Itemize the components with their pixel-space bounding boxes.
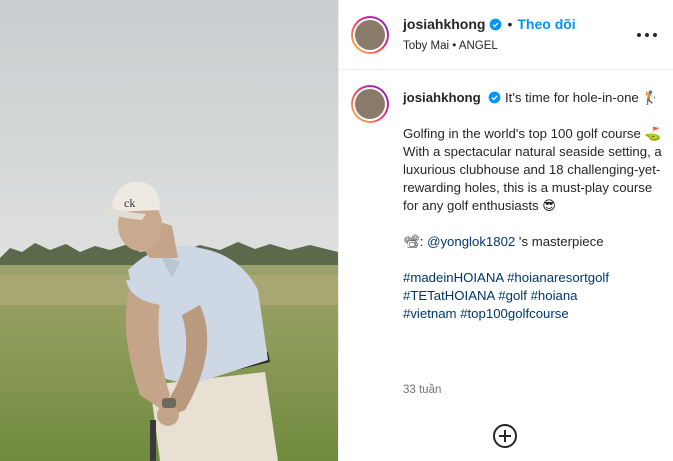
caption-line-1: It's time for hole-in-one 🏌 — [505, 90, 659, 105]
post-header: josiahkhong • Theo dõi Toby Mai • ANGEL — [339, 0, 673, 70]
avatar-photo — [355, 89, 385, 119]
avatar-photo — [355, 20, 385, 50]
separator-dot: • — [507, 16, 513, 32]
post-timestamp[interactable]: 33 tuần — [403, 384, 441, 396]
hashtag-link[interactable]: #vietnam — [403, 306, 457, 321]
add-comment-plus-icon[interactable] — [493, 424, 517, 448]
hashtag-link[interactable]: #hoiana — [531, 288, 578, 303]
hashtag-link[interactable]: #hoianaresortgolf — [507, 270, 609, 285]
more-options-icon[interactable] — [637, 27, 657, 43]
caption-section: josiahkhong It's time for hole-in-one 🏌 … — [339, 71, 673, 401]
post-side-panel: josiahkhong • Theo dõi Toby Mai • ANGEL … — [338, 0, 673, 461]
hashtag-link[interactable]: #TETatHOIANA — [403, 288, 495, 303]
audio-subtitle[interactable]: Toby Mai • ANGEL — [403, 40, 498, 52]
golfer-photo: ck — [0, 0, 338, 461]
caption-line-2: Golfing in the world's top 100 golf cour… — [403, 126, 661, 141]
hashtag-link[interactable]: #madeinHOIANA — [403, 270, 503, 285]
hashtag-link[interactable]: #top100golfcourse — [460, 306, 569, 321]
caption-username[interactable]: josiahkhong — [403, 90, 481, 105]
verified-badge-icon — [490, 18, 502, 30]
caption-text: josiahkhong It's time for hole-in-one 🏌 … — [403, 89, 665, 323]
hashtag-link[interactable]: #golf — [498, 288, 527, 303]
caption-line-3: With a spectacular natural seaside setti… — [403, 144, 662, 213]
verified-badge-icon — [488, 91, 501, 104]
video-camera-icon: 📽: — [403, 234, 424, 249]
mention-link[interactable]: @yonglok1802 — [427, 234, 515, 249]
author-avatar[interactable] — [351, 16, 389, 54]
credit-suffix: 's masterpiece — [515, 234, 604, 249]
post-media-image[interactable]: ck — [0, 0, 338, 461]
svg-text:ck: ck — [124, 196, 135, 210]
follow-button[interactable]: Theo dõi — [517, 16, 575, 32]
caption-author-avatar[interactable] — [351, 85, 389, 123]
author-username[interactable]: josiahkhong — [403, 16, 485, 32]
